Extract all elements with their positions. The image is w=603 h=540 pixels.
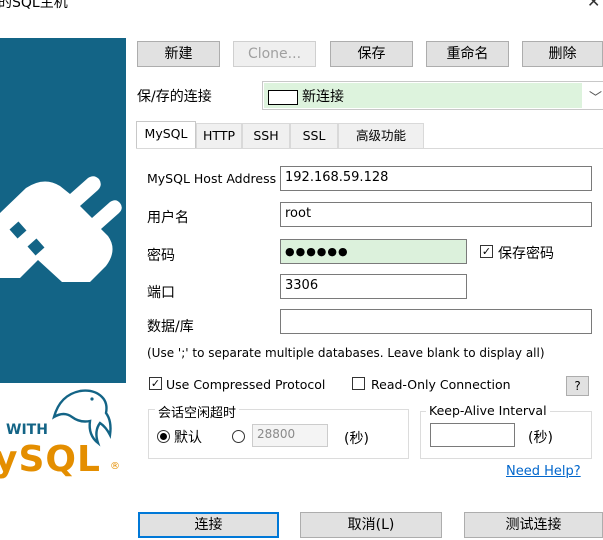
logo-with-text: WITH xyxy=(6,422,48,438)
timeout-custom-radio[interactable] xyxy=(232,430,245,443)
plug-icon xyxy=(0,176,122,282)
readonly-label[interactable]: Read-Only Connection xyxy=(371,377,511,392)
title-bar: 的SQL主机 ✕ xyxy=(0,0,603,30)
connection-tabs: MySQL HTTP SSH SSL 高级功能 xyxy=(136,121,603,149)
dolphin-icon xyxy=(52,389,112,447)
password-input[interactable]: ●●●●●● xyxy=(280,239,467,264)
timeout-default-radio[interactable] xyxy=(157,430,170,443)
saved-connections-label: 保/存的连接 xyxy=(137,89,212,105)
timeout-value-input[interactable]: 28800 xyxy=(252,424,328,447)
tab-advanced[interactable]: 高级功能 xyxy=(338,123,424,148)
help-button[interactable]: ? xyxy=(566,376,589,396)
connect-button[interactable]: 连接 xyxy=(138,512,279,538)
chevron-down-icon[interactable]: ﹀ xyxy=(589,87,602,106)
tab-ssh[interactable]: SSH xyxy=(242,123,290,148)
database-hint: (Use ';' to separate multiple databases.… xyxy=(147,346,545,360)
keepalive-title: Keep-Alive Interval xyxy=(426,403,550,418)
window-title: 的SQL主机 xyxy=(0,0,68,11)
readonly-checkbox[interactable] xyxy=(352,377,365,390)
host-input[interactable]: 192.168.59.128 xyxy=(280,166,592,191)
keepalive-input[interactable] xyxy=(430,423,515,447)
connection-icon xyxy=(268,90,298,105)
saved-connection-value: 新连接 xyxy=(302,89,344,105)
user-input[interactable]: root xyxy=(280,202,592,227)
logo-brand-text: ySQL xyxy=(0,439,101,480)
timeout-unit-label: (秒) xyxy=(344,431,369,447)
saved-connections-dropdown[interactable]: 新连接 ﹀ xyxy=(262,81,603,110)
rename-button[interactable]: 重命名 xyxy=(426,41,509,67)
tab-ssl[interactable]: SSL xyxy=(290,123,338,148)
saved-connection-selected[interactable]: 新连接 xyxy=(264,83,582,108)
tab-mysql[interactable]: MySQL xyxy=(136,121,196,149)
port-input[interactable]: 3306 xyxy=(280,274,467,299)
sidebar: WITH ySQL ® xyxy=(0,30,126,488)
tab-http[interactable]: HTTP xyxy=(196,123,242,148)
timeout-default-label[interactable]: 默认 xyxy=(174,427,202,447)
user-label: 用户名 xyxy=(147,210,189,226)
database-input[interactable] xyxy=(280,309,592,334)
cancel-button[interactable]: 取消(L) xyxy=(300,512,442,538)
session-timeout-title: 会话空闲超时 xyxy=(155,402,240,421)
compressed-protocol-label[interactable]: Use Compressed Protocol xyxy=(166,377,325,392)
radio-selected-dot xyxy=(160,433,167,440)
port-label: 端口 xyxy=(147,285,175,301)
save-password-label[interactable]: 保存密码 xyxy=(498,243,554,263)
new-button[interactable]: 新建 xyxy=(137,41,220,67)
host-label: MySQL Host Address xyxy=(147,171,277,186)
clone-button[interactable]: Clone... xyxy=(233,41,316,67)
save-button[interactable]: 保存 xyxy=(330,41,413,67)
password-label: 密码 xyxy=(147,248,175,264)
compressed-protocol-checkbox[interactable]: ✓ xyxy=(149,377,162,390)
test-connection-button[interactable]: 测试连接 xyxy=(464,512,603,538)
database-label: 数据/库 xyxy=(147,319,194,335)
logo-trademark: ® xyxy=(110,461,120,472)
delete-button[interactable]: 删除 xyxy=(522,41,603,67)
mysql-logo: WITH ySQL ® xyxy=(0,385,126,488)
keepalive-unit-label: (秒) xyxy=(528,430,553,446)
sidebar-banner xyxy=(0,38,126,383)
save-password-checkbox[interactable]: ✓ xyxy=(480,245,493,258)
need-help-link[interactable]: Need Help? xyxy=(506,464,581,479)
close-icon[interactable]: ✕ xyxy=(587,0,600,11)
